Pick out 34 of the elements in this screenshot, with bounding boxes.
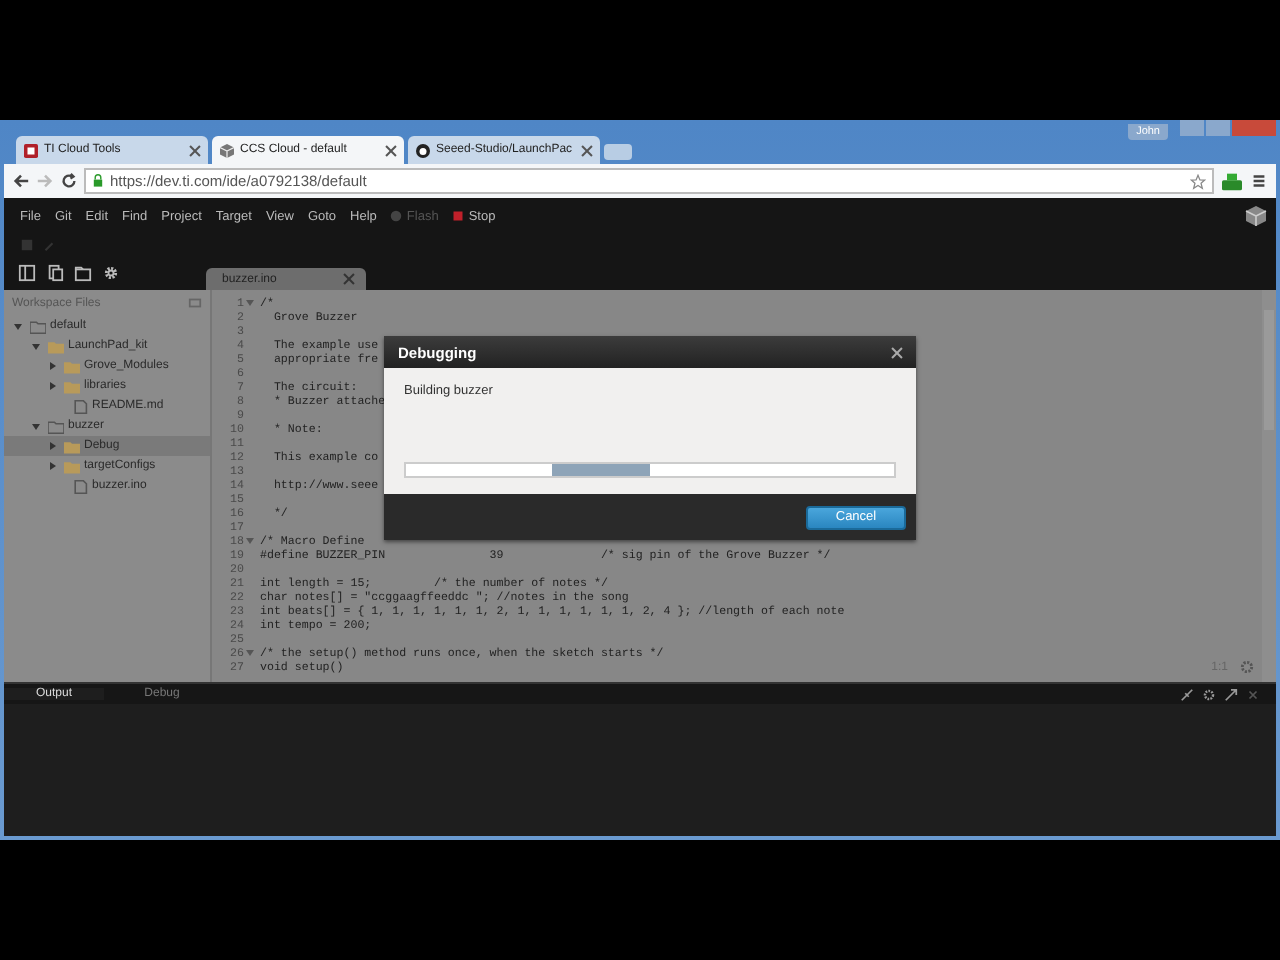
close-icon[interactable] [582,145,592,155]
expander-icon[interactable] [50,462,56,470]
favicon-icon [24,143,38,157]
expander-icon[interactable] [14,323,22,329]
circle-icon [390,210,403,222]
lock-icon [92,174,104,188]
project-icon [48,419,64,433]
folder-icon[interactable] [74,264,92,282]
close-icon[interactable] [190,145,200,155]
files-icon[interactable] [46,264,64,282]
back-icon[interactable] [12,172,30,190]
star-icon[interactable] [1190,173,1206,189]
expander-icon[interactable] [50,362,56,370]
close-icon[interactable] [386,145,396,155]
file-icon [72,479,88,493]
stop-icon [452,210,465,222]
expander-icon[interactable] [32,423,40,429]
panel-icon[interactable] [18,264,36,282]
project-icon [30,319,46,333]
settings-icon[interactable] [1202,687,1216,701]
expander-icon[interactable] [50,382,56,390]
reload-icon[interactable] [60,172,78,190]
cube-icon [220,143,234,157]
extension-icon[interactable] [1220,171,1244,191]
clear-icon[interactable] [1180,687,1194,701]
scrollbar[interactable] [1262,290,1276,682]
close-icon[interactable] [892,347,902,357]
maximize-icon[interactable] [1224,687,1238,701]
expander-icon[interactable] [32,343,40,349]
expander-icon[interactable] [50,442,56,450]
settings-icon[interactable] [102,264,120,282]
file-icon [72,399,88,413]
cube-icon [1244,204,1268,228]
menu-icon[interactable] [1250,172,1268,190]
